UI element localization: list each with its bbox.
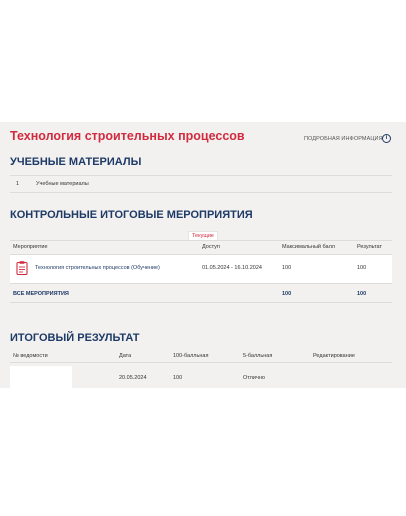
column-header: Мероприятие xyxy=(13,244,48,250)
column-header: № ведомости xyxy=(13,353,48,359)
statement-number-cell xyxy=(10,366,72,388)
final-date: 20.05.2024 xyxy=(119,375,147,381)
divider xyxy=(10,283,392,284)
info-link[interactable]: ПОДРОБНАЯ ИНФОРМАЦИЯ xyxy=(304,136,383,142)
info-icon[interactable]: i xyxy=(382,134,391,143)
final-heading: ИТОГОВЫЙ РЕЗУЛЬТАТ xyxy=(10,332,140,344)
column-header: Редактирование xyxy=(313,353,355,359)
column-header: Дата xyxy=(119,353,132,359)
material-number: 1 xyxy=(16,181,20,187)
event-access: 01.05.2024 - 16.10.2024 xyxy=(202,265,262,271)
event-max-score: 100 xyxy=(282,265,292,271)
column-header: Результат xyxy=(357,244,383,250)
column-header: 5-балльная xyxy=(243,353,273,359)
divider xyxy=(10,240,392,241)
divider xyxy=(10,362,392,363)
page-title: Технология строительных процессов xyxy=(10,129,245,143)
divider xyxy=(10,302,392,303)
control-heading: КОНТРОЛЬНЫЕ ИТОГОВЫЕ МЕРОПРИЯТИЯ xyxy=(10,209,253,221)
clipboard-icon xyxy=(16,261,28,275)
divider xyxy=(10,192,392,193)
total-max: 100 xyxy=(282,291,292,297)
final-score-100: 100 xyxy=(173,375,183,381)
column-header: Доступ xyxy=(202,244,220,250)
materials-heading: УЧЕБНЫЕ МАТЕРИАЛЫ xyxy=(10,156,142,168)
material-link[interactable]: Учебные материалы xyxy=(36,181,89,187)
total-result: 100 xyxy=(357,291,367,297)
column-header: 100-балльная xyxy=(173,353,209,359)
column-header: Максимальный балл xyxy=(282,244,335,250)
divider xyxy=(10,175,392,176)
event-link[interactable]: Технология строительных процессов (Обуче… xyxy=(35,265,160,271)
final-score-5: Отлично xyxy=(243,375,265,381)
total-label: ВСЕ МЕРОПРИЯТИЯ xyxy=(13,291,69,297)
event-result: 100 xyxy=(357,265,367,271)
